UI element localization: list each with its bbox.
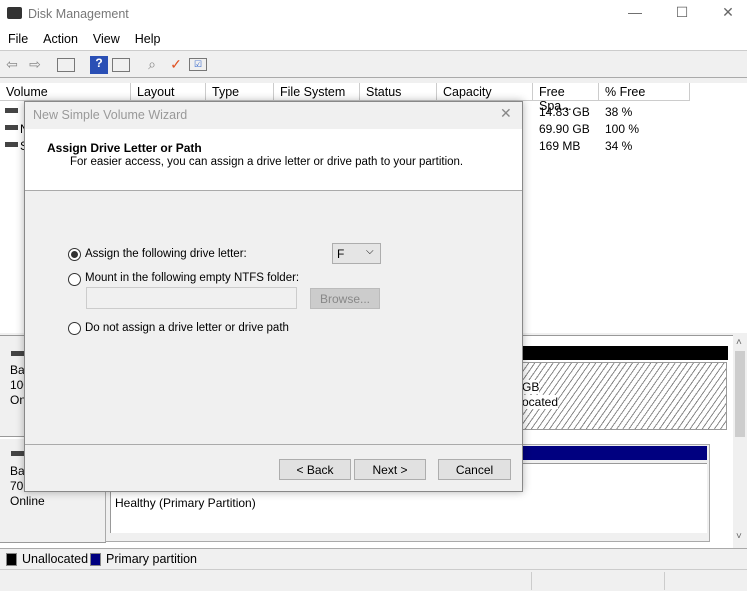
partition-status: Healthy (Primary Partition) (115, 496, 256, 510)
disk-status: Online (10, 494, 45, 508)
back-button[interactable]: < Back (279, 459, 351, 480)
partition-size: GB (522, 380, 540, 394)
scroll-up-icon[interactable]: ˄ (736, 337, 742, 348)
checklist-icon[interactable]: ☑ (189, 58, 207, 71)
menu-view[interactable]: View (85, 28, 127, 46)
mount-folder-label[interactable]: Mount in the following empty NTFS folder… (85, 272, 299, 284)
menu-bar: File Action View Help (0, 28, 747, 51)
dialog-close-button[interactable]: ✕ (500, 105, 512, 122)
title-bar: Disk Management — ☐ ✕ (0, 0, 747, 28)
action-pane-icon[interactable] (112, 58, 130, 72)
back-icon[interactable]: ⇦ (3, 56, 21, 74)
drive-icon (5, 125, 18, 130)
partition-status: ocated (522, 395, 559, 409)
help-icon[interactable]: ? (90, 56, 108, 74)
column-layout[interactable]: Layout (131, 83, 206, 101)
no-letter-label[interactable]: Do not assign a drive letter or drive pa… (85, 322, 289, 334)
legend: Unallocated Primary partition (0, 548, 747, 569)
disk-icon (11, 351, 24, 356)
maximize-button[interactable]: ☐ (667, 4, 697, 24)
scroll-thumb[interactable] (735, 351, 745, 437)
status-bar (0, 569, 747, 591)
percent-free: 100 % (605, 122, 640, 136)
footer-divider (25, 444, 522, 445)
forward-icon[interactable]: ⇨ (26, 56, 44, 74)
minimize-button[interactable]: — (620, 4, 650, 24)
disk-icon (11, 451, 24, 456)
next-button[interactable]: Next > (354, 459, 426, 480)
assign-letter-label[interactable]: Assign the following drive letter: (85, 248, 247, 260)
wizard-heading: Assign Drive Letter or Path (47, 141, 202, 155)
status-divider (531, 572, 532, 590)
free-space: 69.90 GB (539, 122, 590, 136)
legend-unallocated: Unallocated (22, 552, 89, 566)
console-tree-icon[interactable] (57, 58, 75, 72)
column-percent-free[interactable]: % Free (599, 83, 690, 101)
wizard-header: Assign Drive Letter or Path For easier a… (25, 129, 522, 191)
legend-primary: Primary partition (106, 552, 197, 566)
drive-icon (5, 108, 18, 113)
assign-letter-radio[interactable] (68, 248, 81, 261)
column-volume[interactable]: Volume (0, 83, 131, 101)
column-status[interactable]: Status (360, 83, 437, 101)
vertical-scrollbar[interactable]: ˄ ˅ (733, 335, 747, 548)
wizard-subheading: For easier access, you can assign a driv… (70, 156, 464, 168)
column-file-system[interactable]: File System (274, 83, 360, 101)
connect-icon[interactable]: ⌕ (143, 56, 161, 74)
no-letter-radio[interactable] (68, 322, 81, 335)
disk-management-icon (7, 7, 22, 19)
drive-letter-select[interactable]: F ⌵ (332, 243, 381, 264)
properties-icon[interactable]: ✓ (167, 56, 185, 74)
new-simple-volume-wizard: New Simple Volume Wizard ✕ Assign Drive … (24, 101, 523, 492)
percent-free: 38 % (605, 105, 633, 119)
drive-letter-value: F (337, 247, 345, 261)
drive-icon (5, 142, 18, 147)
free-space: 169 MB (539, 139, 581, 153)
column-capacity[interactable]: Capacity (437, 83, 533, 101)
column-type[interactable]: Type (206, 83, 274, 101)
chevron-down-icon: ⌵ (366, 246, 374, 257)
toolbar: ⇦ ⇨ ? ⌕ ✓ ☑ (0, 52, 747, 78)
status-divider (664, 572, 665, 590)
close-button[interactable]: ✕ (713, 4, 743, 24)
menu-action[interactable]: Action (35, 28, 85, 46)
percent-free: 34 % (605, 139, 633, 153)
dialog-title: New Simple Volume Wizard (33, 108, 188, 122)
scroll-down-icon[interactable]: ˅ (736, 531, 742, 542)
folder-path-input[interactable] (86, 287, 297, 309)
mount-folder-radio[interactable] (68, 273, 81, 286)
unallocated-swatch (6, 553, 17, 566)
free-space: 14.83 GB (539, 105, 590, 119)
menu-file[interactable]: File (0, 28, 35, 46)
cancel-button[interactable]: Cancel (438, 459, 511, 480)
menu-help[interactable]: Help (127, 28, 168, 46)
browse-button[interactable]: Browse... (310, 288, 380, 309)
primary-swatch (90, 553, 101, 566)
column-free-space[interactable]: Free Spa... (533, 83, 599, 113)
window-title: Disk Management (28, 7, 129, 21)
